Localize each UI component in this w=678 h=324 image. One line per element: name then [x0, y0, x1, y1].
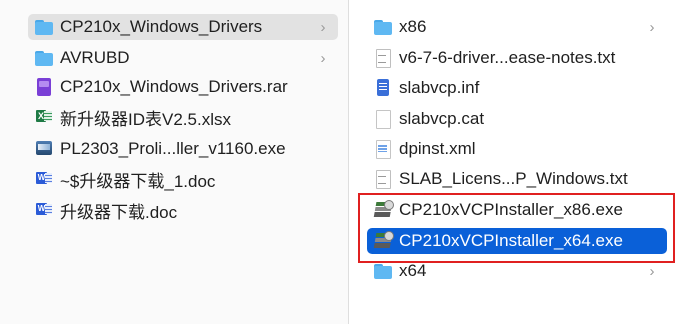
- right-column: x86 › v6-7-6-driver...ease-notes.txt sla…: [349, 0, 678, 324]
- item-label: slabvcp.inf: [399, 78, 480, 97]
- list-item-installer-x64[interactable]: CP210xVCPInstaller_x64.exe: [367, 228, 667, 254]
- installer-icon: [373, 231, 394, 251]
- left-column: CP210x_Windows_Drivers › AVRUBD › CP210x…: [0, 0, 348, 324]
- list-item-cp210x-windows-drivers[interactable]: CP210x_Windows_Drivers ›: [28, 14, 338, 40]
- list-item-x86-folder[interactable]: x86 ›: [367, 14, 667, 40]
- list-item-cat[interactable]: slabvcp.cat: [367, 106, 667, 132]
- item-label: 新升级器ID表V2.5.xlsx: [60, 109, 231, 129]
- word-icon: [34, 169, 54, 189]
- list-item-doc[interactable]: 升级器下载.doc: [28, 197, 338, 223]
- chevron-right-icon: ›: [649, 18, 655, 36]
- item-label: PL2303_Proli...ller_v1160.exe: [60, 139, 286, 158]
- folder-icon: [34, 48, 54, 68]
- txt-icon: [373, 48, 393, 68]
- chevron-right-icon: ›: [320, 18, 326, 36]
- folder-icon: [34, 17, 54, 37]
- item-label: dpinst.xml: [399, 139, 476, 158]
- list-item-avrubd[interactable]: AVRUBD ›: [28, 45, 338, 71]
- installer-icon: [373, 200, 394, 220]
- inf-icon: [373, 78, 393, 98]
- item-label: x64: [399, 261, 427, 280]
- file-icon: [373, 109, 393, 129]
- list-item-x64-folder[interactable]: x64 ›: [367, 258, 667, 284]
- item-label: AVRUBD: [60, 48, 130, 67]
- rar-archive-icon: [34, 77, 54, 97]
- list-item-temp-doc[interactable]: ~$升级器下载_1.doc: [28, 166, 338, 192]
- list-item-license[interactable]: SLAB_Licens...P_Windows.txt: [367, 166, 667, 192]
- list-item-pl2303-exe[interactable]: PL2303_Proli...ller_v1160.exe: [28, 136, 338, 162]
- item-label: SLAB_Licens...P_Windows.txt: [399, 169, 628, 188]
- item-label: CP210xVCPInstaller_x64.exe: [399, 231, 623, 250]
- item-label: slabvcp.cat: [399, 109, 485, 128]
- list-item-release-notes[interactable]: v6-7-6-driver...ease-notes.txt: [367, 45, 667, 71]
- folder-icon: [373, 261, 393, 281]
- chevron-right-icon: ›: [320, 49, 326, 67]
- item-label: ~$升级器下载_1.doc: [60, 171, 216, 191]
- chevron-right-icon: ›: [649, 262, 655, 280]
- list-item-inf[interactable]: slabvcp.inf: [367, 75, 667, 101]
- item-label: v6-7-6-driver...ease-notes.txt: [399, 48, 616, 67]
- word-icon: [34, 200, 54, 220]
- list-item-xml[interactable]: dpinst.xml: [367, 136, 667, 162]
- xml-icon: [373, 139, 393, 159]
- item-label: x86: [399, 17, 427, 36]
- item-label: CP210x_Windows_Drivers.rar: [60, 77, 288, 96]
- item-label: CP210x_Windows_Drivers: [60, 17, 263, 36]
- list-item-rar[interactable]: CP210x_Windows_Drivers.rar: [28, 74, 338, 100]
- folder-icon: [373, 17, 393, 37]
- excel-icon: [34, 107, 54, 127]
- txt-icon: [373, 169, 393, 189]
- item-label: CP210xVCPInstaller_x86.exe: [399, 200, 623, 219]
- exe-icon: [34, 139, 54, 159]
- item-label: 升级器下载.doc: [60, 202, 178, 222]
- list-item-xlsx[interactable]: 新升级器ID表V2.5.xlsx: [28, 104, 338, 130]
- list-item-installer-x86[interactable]: CP210xVCPInstaller_x86.exe: [367, 197, 667, 223]
